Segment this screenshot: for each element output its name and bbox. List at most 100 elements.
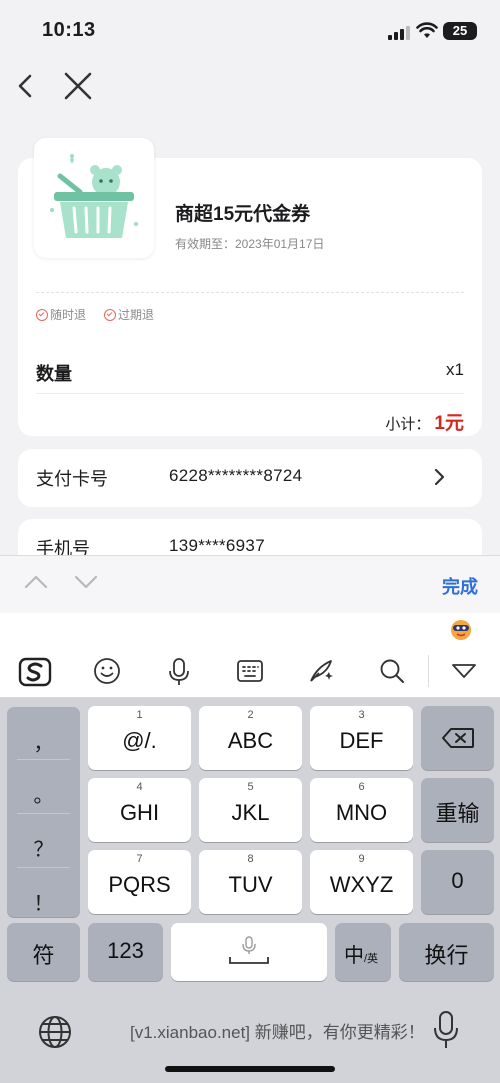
status-bar: 10:13 25 — [0, 0, 500, 60]
key-label: @/. — [122, 728, 157, 753]
wifi-icon — [416, 22, 438, 38]
key-label: PQRS — [108, 872, 171, 897]
key-number: 4 — [136, 781, 143, 793]
divider — [36, 393, 464, 394]
symbols-key[interactable]: 符 — [7, 923, 80, 981]
chevron-down-icon[interactable] — [74, 574, 98, 590]
collapse-keyboard-icon[interactable] — [451, 663, 477, 679]
backspace-icon — [442, 728, 474, 748]
backspace-key[interactable] — [421, 706, 494, 770]
key-label: TUV — [228, 872, 273, 897]
product-tags: 随时退 过期退 — [36, 306, 154, 323]
key-label: 123 — [107, 938, 144, 963]
chevron-right-icon[interactable] — [434, 467, 446, 487]
divider — [17, 813, 70, 814]
key-7[interactable]: 7 PQRS — [88, 850, 191, 914]
key-1[interactable]: 1 @/. — [88, 706, 191, 770]
subtotal-label: 小计： — [385, 416, 431, 433]
key-8[interactable]: 8 TUV — [199, 850, 302, 914]
quantity-label: 数量 — [36, 364, 72, 384]
punctuation-column[interactable]: ， 。 ？ ！ — [7, 707, 80, 917]
payment-card-row[interactable]: 支付卡号 6228********8724 — [18, 449, 482, 507]
product-thumbnail — [34, 138, 154, 258]
chevron-up-icon[interactable] — [24, 574, 48, 590]
keyboard-accessory-bar: 完成 — [0, 555, 500, 614]
key-0[interactable]: 0 — [421, 850, 494, 914]
watermark-text: [v1.xianbao.net] 新赚吧，有你更精彩！ — [130, 1023, 425, 1042]
quantity-value: x1 — [446, 360, 464, 379]
clock: 10:13 — [42, 19, 96, 41]
payment-card-label: 支付卡号 — [36, 469, 108, 489]
numeric-key[interactable]: 123 — [88, 923, 163, 981]
key-comma[interactable]: ， — [7, 727, 80, 756]
language-switch-key[interactable]: 中 /英 — [335, 923, 391, 981]
key-period[interactable]: 。 — [7, 779, 80, 808]
sogou-logo-icon[interactable] — [18, 657, 52, 687]
candidate-bar — [0, 613, 500, 645]
key-number: 3 — [358, 709, 365, 721]
ime-toolbar — [0, 645, 500, 698]
key-label: 0 — [451, 868, 464, 893]
key-number: 9 — [358, 853, 365, 865]
check-circle-icon — [104, 308, 117, 321]
key-5[interactable]: 5 JKL — [199, 778, 302, 842]
done-button[interactable]: 完成 — [442, 573, 478, 599]
cellular-signal-icon — [388, 26, 410, 40]
payment-card-number: 6228********8724 — [169, 466, 303, 485]
product-title: 商超15元代金券 — [175, 204, 311, 225]
key-9[interactable]: 9 WXYZ — [310, 850, 413, 914]
key-4[interactable]: 4 GHI — [88, 778, 191, 842]
divider — [36, 292, 464, 293]
key-exclaim[interactable]: ！ — [7, 887, 80, 916]
battery-icon: 25 — [443, 22, 477, 40]
key-number: 1 — [136, 709, 143, 721]
key-label: 符 — [32, 943, 55, 968]
dictation-microphone-icon[interactable] — [432, 1010, 460, 1050]
enter-key[interactable]: 换行 — [399, 923, 494, 981]
retype-key[interactable]: 重输 — [421, 778, 494, 842]
key-number: 2 — [247, 709, 254, 721]
key-label: WXYZ — [329, 872, 394, 897]
divider — [17, 759, 70, 760]
keyboard-icon[interactable] — [236, 657, 264, 685]
key-label: MNO — [335, 800, 388, 825]
tag-refund-anytime: 随时退 — [36, 306, 86, 323]
search-icon[interactable] — [378, 657, 406, 685]
subtotal-amount: 1元 — [434, 413, 464, 434]
key-label: 换行 — [424, 943, 469, 968]
key-label: ABC — [227, 728, 274, 753]
key-number: 5 — [247, 781, 254, 793]
key-number: 8 — [247, 853, 254, 865]
tag-label: 过期退 — [118, 308, 155, 322]
nav-bar — [0, 60, 500, 114]
microphone-space-icon — [229, 936, 269, 964]
key-label: 中 — [344, 945, 364, 967]
product-expiry: 有效期至：2023年01月17日 — [175, 237, 325, 251]
divider — [428, 655, 429, 687]
shopping-basket-icon — [50, 154, 138, 238]
tag-label: 随时退 — [50, 308, 87, 322]
subtotal: 小计： 1元 — [385, 408, 464, 435]
tag-refund-expired: 过期退 — [104, 306, 154, 323]
key-label: GHI — [119, 800, 160, 825]
key-label: DEF — [339, 728, 384, 753]
key-6[interactable]: 6 MNO — [310, 778, 413, 842]
space-key[interactable] — [171, 923, 327, 981]
home-indicator — [165, 1066, 335, 1072]
microphone-icon[interactable] — [166, 657, 192, 687]
ime-mascot-icon[interactable] — [450, 619, 472, 641]
key-3[interactable]: 3 DEF — [310, 706, 413, 770]
back-arrow-icon[interactable] — [12, 68, 40, 104]
key-label: 重输 — [435, 801, 480, 826]
close-icon[interactable] — [60, 68, 96, 104]
key-2[interactable]: 2 ABC — [199, 706, 302, 770]
handwriting-quill-icon[interactable] — [307, 657, 335, 685]
globe-icon[interactable] — [37, 1014, 73, 1050]
key-number: 7 — [136, 853, 143, 865]
emoji-icon[interactable] — [93, 657, 121, 685]
key-sublabel: /英 — [364, 953, 379, 965]
divider — [17, 867, 70, 868]
key-question[interactable]: ？ — [7, 833, 80, 862]
phone-number-field[interactable]: 139****6937 — [169, 536, 265, 556]
check-circle-icon — [36, 308, 48, 321]
